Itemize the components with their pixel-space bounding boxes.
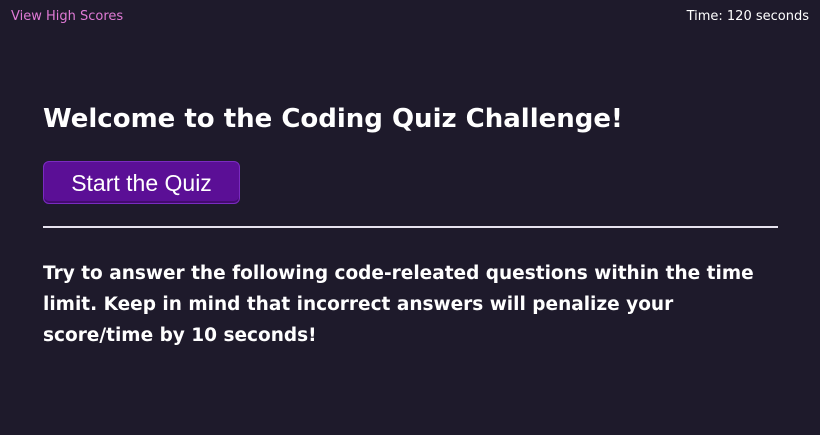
view-high-scores-link[interactable]: View High Scores [11, 9, 123, 24]
page-title: Welcome to the Coding Quiz Challenge! [43, 104, 623, 134]
divider [43, 226, 778, 228]
quiz-intro: Welcome to the Coding Quiz Challenge! St… [43, 96, 778, 346]
quiz-instructions: Try to answer the following code-releate… [43, 263, 754, 346]
top-bar: View High Scores Time: 120 seconds [0, 0, 820, 34]
timer-display: Time: 120 seconds [686, 9, 809, 24]
start-quiz-button[interactable]: Start the Quiz [43, 161, 240, 204]
